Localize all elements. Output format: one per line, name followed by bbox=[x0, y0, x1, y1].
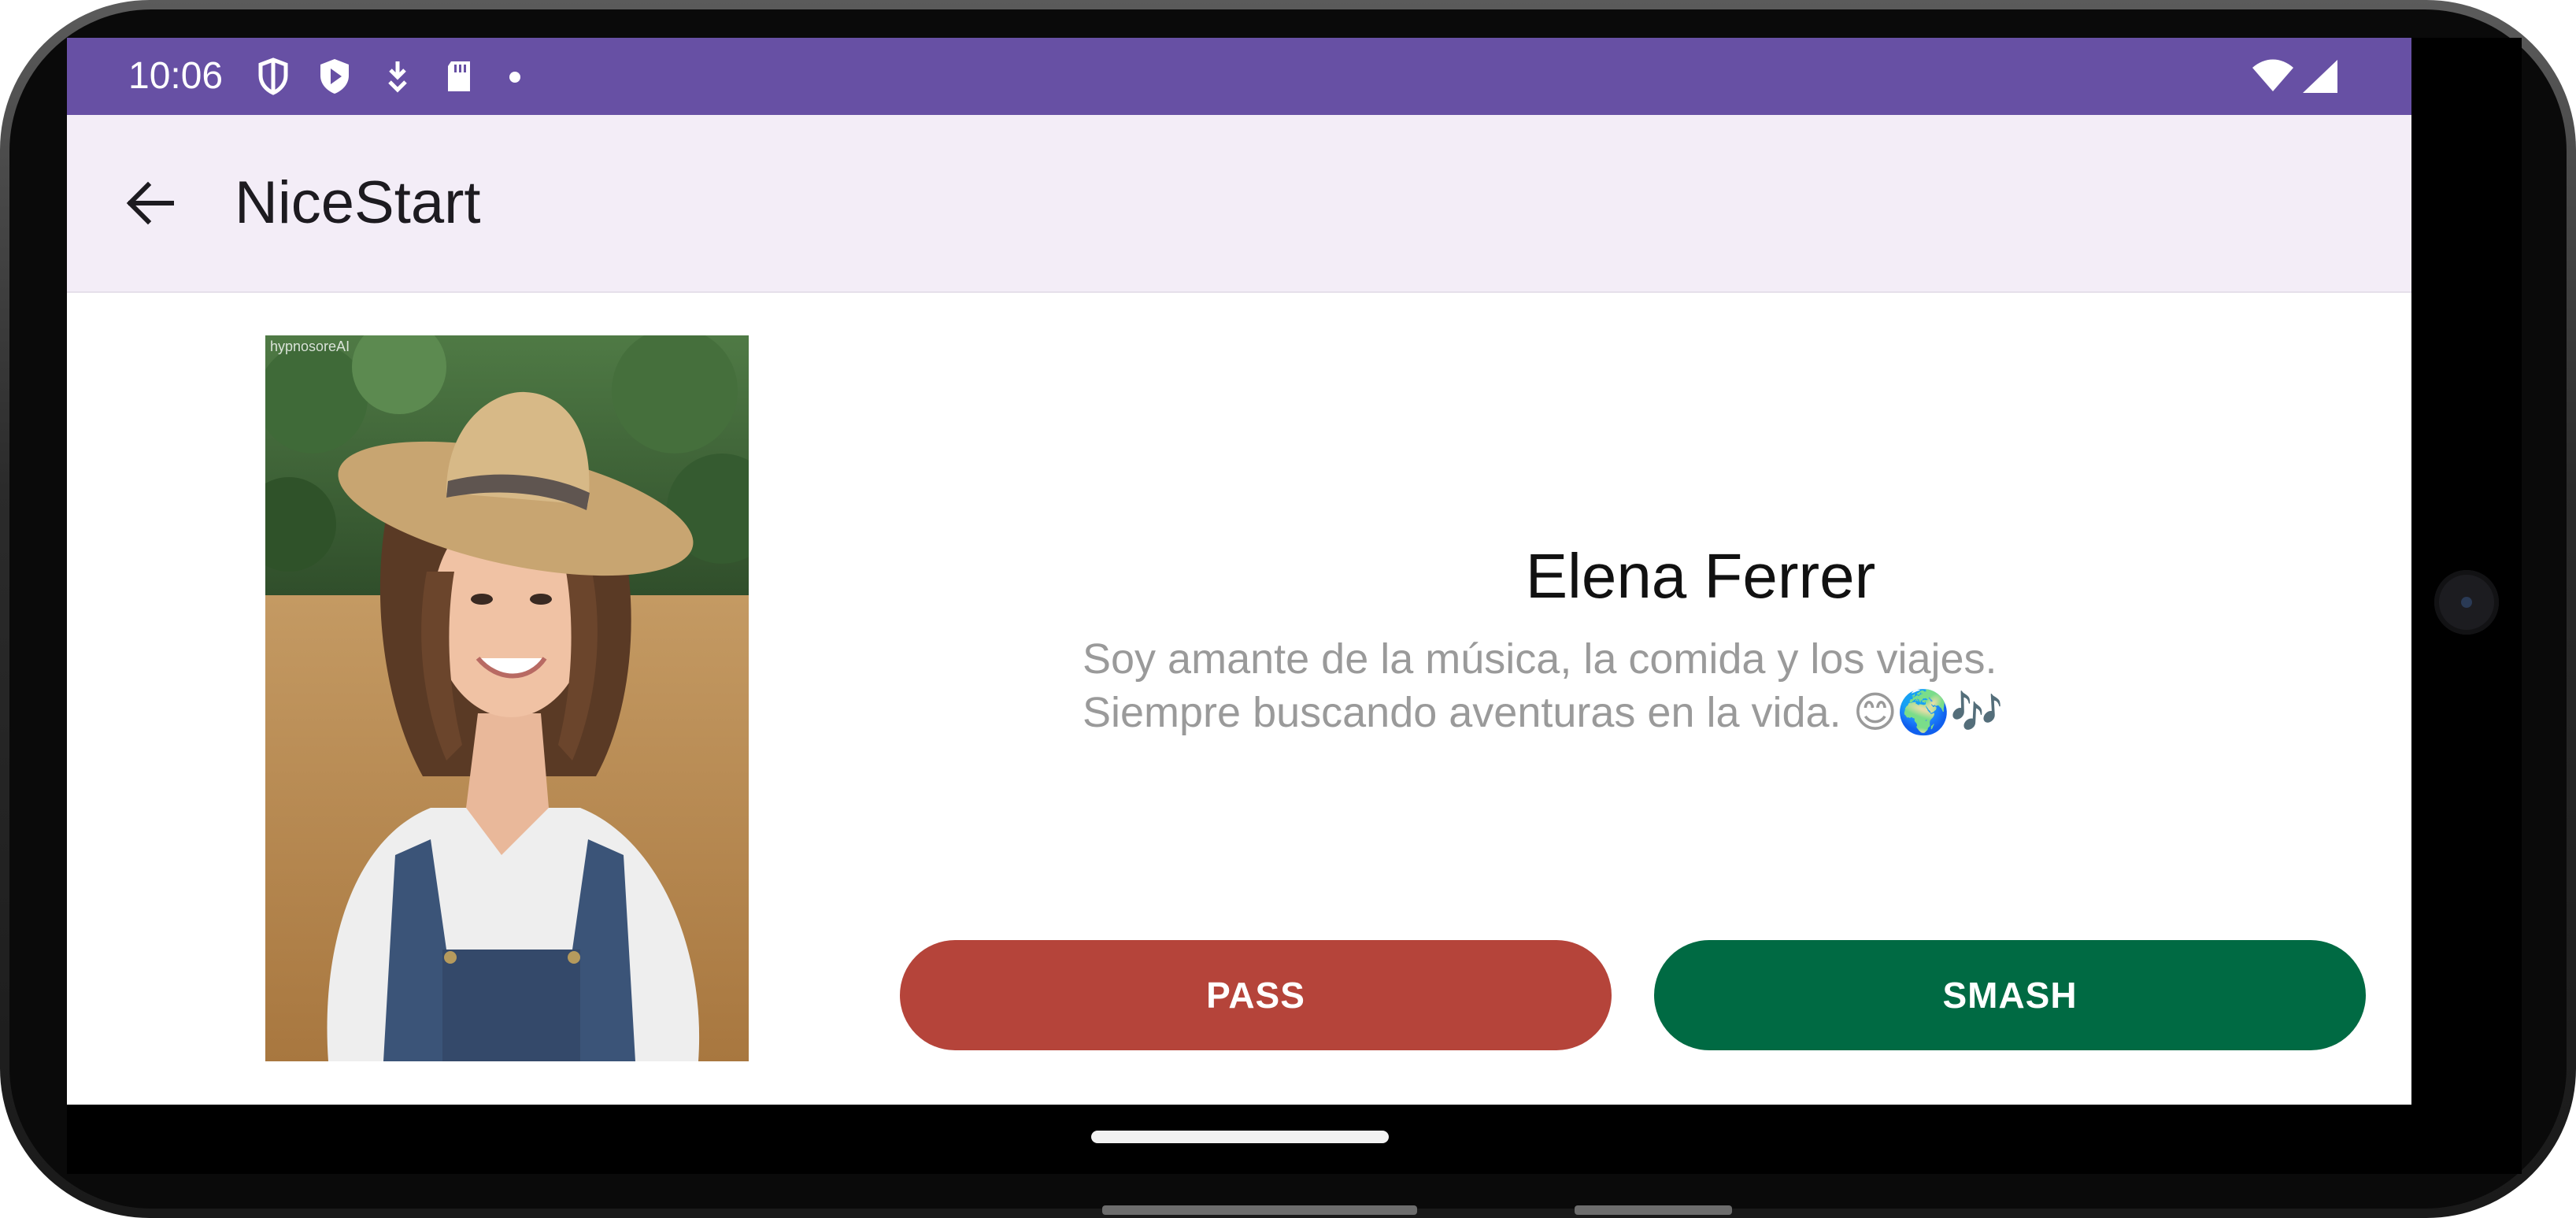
app-screen: 10:06 NiceStart hypnosoreAI Elena Ferrer… bbox=[67, 38, 2411, 1105]
wifi-icon bbox=[2252, 59, 2293, 91]
power-button bbox=[1575, 1205, 1732, 1215]
profile-name: Elena Ferrer bbox=[1525, 541, 1876, 611]
volume-button bbox=[1102, 1205, 1417, 1215]
profile-photo: hypnosoreAI bbox=[265, 335, 749, 1061]
pass-button[interactable]: PASS bbox=[900, 940, 1612, 1050]
app-title: NiceStart bbox=[235, 169, 481, 236]
signal-icon bbox=[2303, 60, 2337, 93]
front-camera bbox=[2434, 570, 2499, 635]
profile-bio: Soy amante de la música, la comida y los… bbox=[1083, 632, 2106, 739]
status-time: 10:06 bbox=[128, 55, 224, 97]
smash-button[interactable]: SMASH bbox=[1654, 940, 2366, 1050]
profile-bio-line: Siempre buscando aventuras en la vida. 😊… bbox=[1083, 689, 2004, 736]
arrow-left-icon bbox=[126, 181, 174, 225]
photo-watermark: hypnosoreAI bbox=[270, 339, 350, 354]
back-button[interactable] bbox=[111, 164, 190, 242]
home-indicator[interactable] bbox=[1091, 1131, 1389, 1143]
profile-photo-image bbox=[265, 335, 749, 1061]
app-bar: NiceStart bbox=[67, 115, 2411, 293]
profile-bio-line: Soy amante de la música, la comida y los… bbox=[1083, 635, 1997, 683]
notification-dot-icon bbox=[509, 72, 520, 83]
sd-card-icon bbox=[448, 61, 470, 91]
shield-icon bbox=[258, 57, 288, 95]
play-protect-icon bbox=[320, 59, 349, 94]
status-bar: 10:06 bbox=[67, 38, 2411, 115]
download-icon bbox=[388, 61, 407, 93]
phone-device: 10:06 NiceStart hypnosoreAI Elena Ferrer… bbox=[0, 0, 2576, 1218]
